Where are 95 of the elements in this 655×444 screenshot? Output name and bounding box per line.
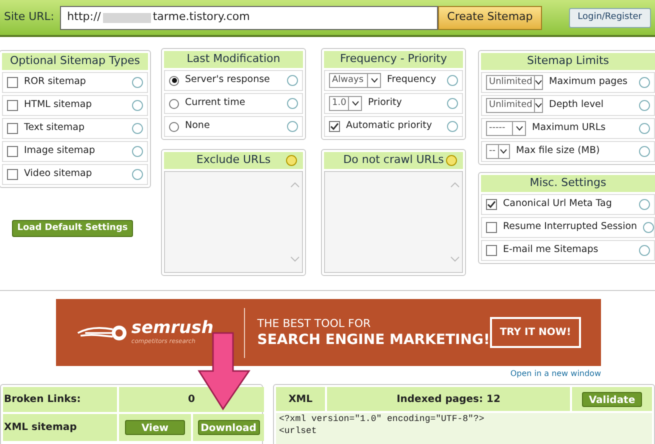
caret-icon [534, 99, 542, 112]
help-icon[interactable] [132, 100, 143, 111]
panel-title-text: Do not crawl URLs [343, 152, 444, 168]
option-label: Current time [185, 96, 246, 110]
help-icon[interactable] [132, 146, 143, 157]
help-icon[interactable] [639, 146, 650, 157]
help-icon[interactable] [287, 98, 298, 109]
help-icon[interactable] [287, 75, 298, 86]
help-icon[interactable] [639, 245, 650, 256]
radio-button[interactable] [169, 76, 179, 86]
ad-headline: SEARCH ENGINE MARKETING! [257, 330, 490, 348]
scroll-down-icon[interactable] [290, 256, 300, 262]
code-line: <urlset [279, 425, 318, 437]
checkbox[interactable] [486, 245, 497, 256]
comet-logo-icon [76, 324, 128, 342]
help-icon[interactable] [639, 199, 650, 210]
help-icon[interactable] [446, 155, 457, 166]
help-icon[interactable] [132, 169, 143, 180]
panel-title-text: Exclude URLs [196, 152, 271, 168]
help-icon[interactable] [447, 98, 458, 109]
scroll-down-icon[interactable] [450, 256, 460, 262]
indexed-pages-label: Indexed pages: 12 [327, 387, 570, 411]
caret-icon [348, 97, 361, 110]
scroll-up-icon[interactable] [450, 182, 460, 188]
text-area[interactable] [164, 171, 303, 273]
caret-icon [512, 122, 525, 135]
code-line: <?xml version="1.0" encoding="UTF-8"?> [279, 413, 486, 425]
create-sitemap-button[interactable]: Create Sitemap [438, 6, 542, 30]
panel-title-text: Last Modification [186, 51, 280, 68]
checkmark-icon [487, 200, 496, 209]
option-label: HTML sitemap [24, 98, 93, 112]
blurred-text [102, 12, 151, 22]
broken-links-label: Broken Links: [3, 387, 117, 412]
url-field[interactable]: http:// tarme.tistory.com [60, 6, 438, 30]
option-label: Server's response [185, 73, 271, 88]
help-icon[interactable] [132, 123, 143, 134]
help-icon[interactable] [639, 100, 650, 111]
caret-icon [367, 74, 380, 87]
option-label: Maximum pages [549, 75, 629, 90]
ad-cta-button[interactable]: TRY IT NOW! [490, 317, 582, 348]
help-icon[interactable] [132, 77, 143, 88]
checkbox[interactable] [7, 169, 18, 180]
option-label: Image sitemap [24, 144, 96, 158]
dropdown[interactable]: ----- [486, 121, 526, 136]
checkbox[interactable] [486, 199, 497, 210]
dropdown[interactable]: 1.0 [329, 96, 362, 111]
panel-title-text: Frequency - Priority [340, 51, 447, 68]
option-label: None [185, 119, 211, 134]
ad-logo-text: semrush [131, 319, 214, 337]
help-icon[interactable] [447, 121, 458, 132]
option-label: Maximum URLs [532, 121, 607, 136]
radio-button[interactable] [169, 98, 179, 108]
dropdown[interactable]: -- [486, 144, 510, 159]
checkbox[interactable] [7, 100, 18, 111]
help-icon[interactable] [447, 75, 458, 86]
option-label: Depth level [549, 98, 605, 112]
site-url-label: Site URL: [4, 9, 54, 26]
checkbox[interactable] [7, 146, 18, 157]
xml-tab[interactable]: XML [276, 387, 325, 411]
text-area[interactable] [324, 171, 463, 273]
option-label: E-mail me Sitemaps [503, 243, 600, 258]
option-label: Priority [368, 96, 403, 110]
checkbox[interactable] [329, 121, 340, 132]
caret-icon [498, 145, 509, 158]
scroll-up-icon[interactable] [290, 182, 300, 188]
dropdown[interactable]: Unlimited [486, 75, 543, 90]
option-label: Max file size (MB) [516, 144, 601, 158]
panel-title-text: Sitemap Limits [526, 53, 610, 70]
checkmark-icon [330, 122, 339, 131]
radio-button[interactable] [169, 122, 179, 132]
checkbox[interactable] [7, 77, 18, 88]
broken-links-count: 0 [119, 387, 264, 412]
option-label: Frequency [387, 73, 438, 88]
help-icon[interactable] [287, 121, 298, 132]
option-label: Video sitemap [24, 167, 93, 182]
option-label: Text sitemap [24, 121, 86, 136]
help-icon[interactable] [639, 123, 650, 134]
option-label: Automatic priority [346, 119, 434, 134]
option-label: ROR sitemap [24, 75, 87, 90]
ad-tagline: THE BEST TOOL FOR [257, 316, 372, 330]
dropdown[interactable]: Always [329, 73, 381, 88]
help-icon[interactable] [643, 222, 654, 233]
xml-sitemap-label: XML sitemap [3, 414, 117, 441]
help-icon[interactable] [639, 77, 650, 88]
dropdown[interactable]: Unlimited [486, 98, 543, 113]
panel-title-text: Optional Sitemap Types [10, 53, 140, 70]
option-label: Canonical Url Meta Tag [503, 197, 613, 212]
checkbox[interactable] [7, 123, 18, 134]
checkbox[interactable] [486, 222, 497, 233]
caret-icon [534, 76, 542, 89]
open-new-window-link[interactable]: Open in a new window [510, 368, 601, 380]
option-label: Resume Interrupted Session [503, 220, 638, 234]
login-button[interactable]: Login/Register [568, 8, 651, 28]
panel-title-text: Misc. Settings [530, 175, 606, 192]
help-icon[interactable] [286, 155, 297, 166]
